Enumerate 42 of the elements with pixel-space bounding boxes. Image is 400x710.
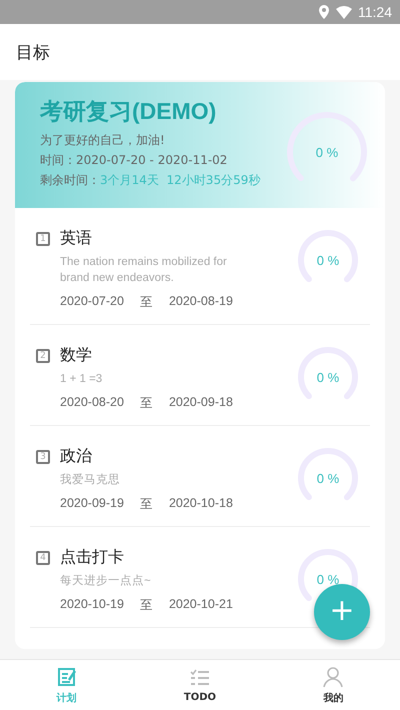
wifi-icon [336,6,352,18]
edit-icon [56,666,78,688]
end-date: 2020-08-19 [168,294,233,310]
location-icon [318,5,330,19]
clock: 11:24 [358,4,392,20]
start-date: 2020-07-20 [60,294,124,310]
plan-title: 数学 [60,345,93,366]
goal-motto: 为了更好的自己，加油! [40,132,166,149]
nav-tab[interactable]: TODO [133,660,267,710]
plan-description: 我爱马克思 [60,472,121,488]
start-date: 2020-09-19 [60,496,124,512]
progress-percent: 0 % [316,470,340,486]
plan-title: 政治 [60,446,93,467]
date-separator: 至 [140,294,153,311]
end-date: 2020-10-21 [168,597,233,613]
progress-percent: 0 % [316,572,340,586]
plan-title: 点击打卡 [60,547,125,568]
date-separator: 至 [140,395,153,412]
goal-period: 时间：2020-07-20 - 2020-11-02 [40,152,228,169]
progress-percent: 0 % [316,370,340,384]
remaining-time: 3个月14天 12小时35分59秒 [100,173,260,187]
goal-title: 考研复习(DEMO) [40,97,218,126]
plan-number: 2 [36,349,50,363]
end-date: 2020-10-18 [168,496,233,512]
date-separator: 至 [140,496,153,513]
plan-number: 1 [36,232,50,246]
date-separator: 至 [140,597,153,614]
plan-number: 4 [36,551,50,565]
end-date: 2020-09-18 [168,395,233,411]
start-date: 2020-10-19 [60,597,124,613]
plan-description: The nation remains mobilized for brand new endeavors. [60,255,228,286]
page-title: 目标 [16,42,50,64]
progress-percent: 0 % [316,252,340,268]
remaining-label: 剩余时间： [40,173,100,187]
plan-description: 每天进步一点点~ [60,574,152,589]
person-icon [322,666,344,688]
nav-tab[interactable]: 我的 [266,660,400,710]
plan-number: 3 [36,450,50,464]
plan-title: 英语 [60,228,93,249]
plan-description: 1 + 1 =3 [60,372,104,387]
start-date: 2020-08-20 [60,395,124,411]
progress-percent: 0 % [316,144,338,160]
